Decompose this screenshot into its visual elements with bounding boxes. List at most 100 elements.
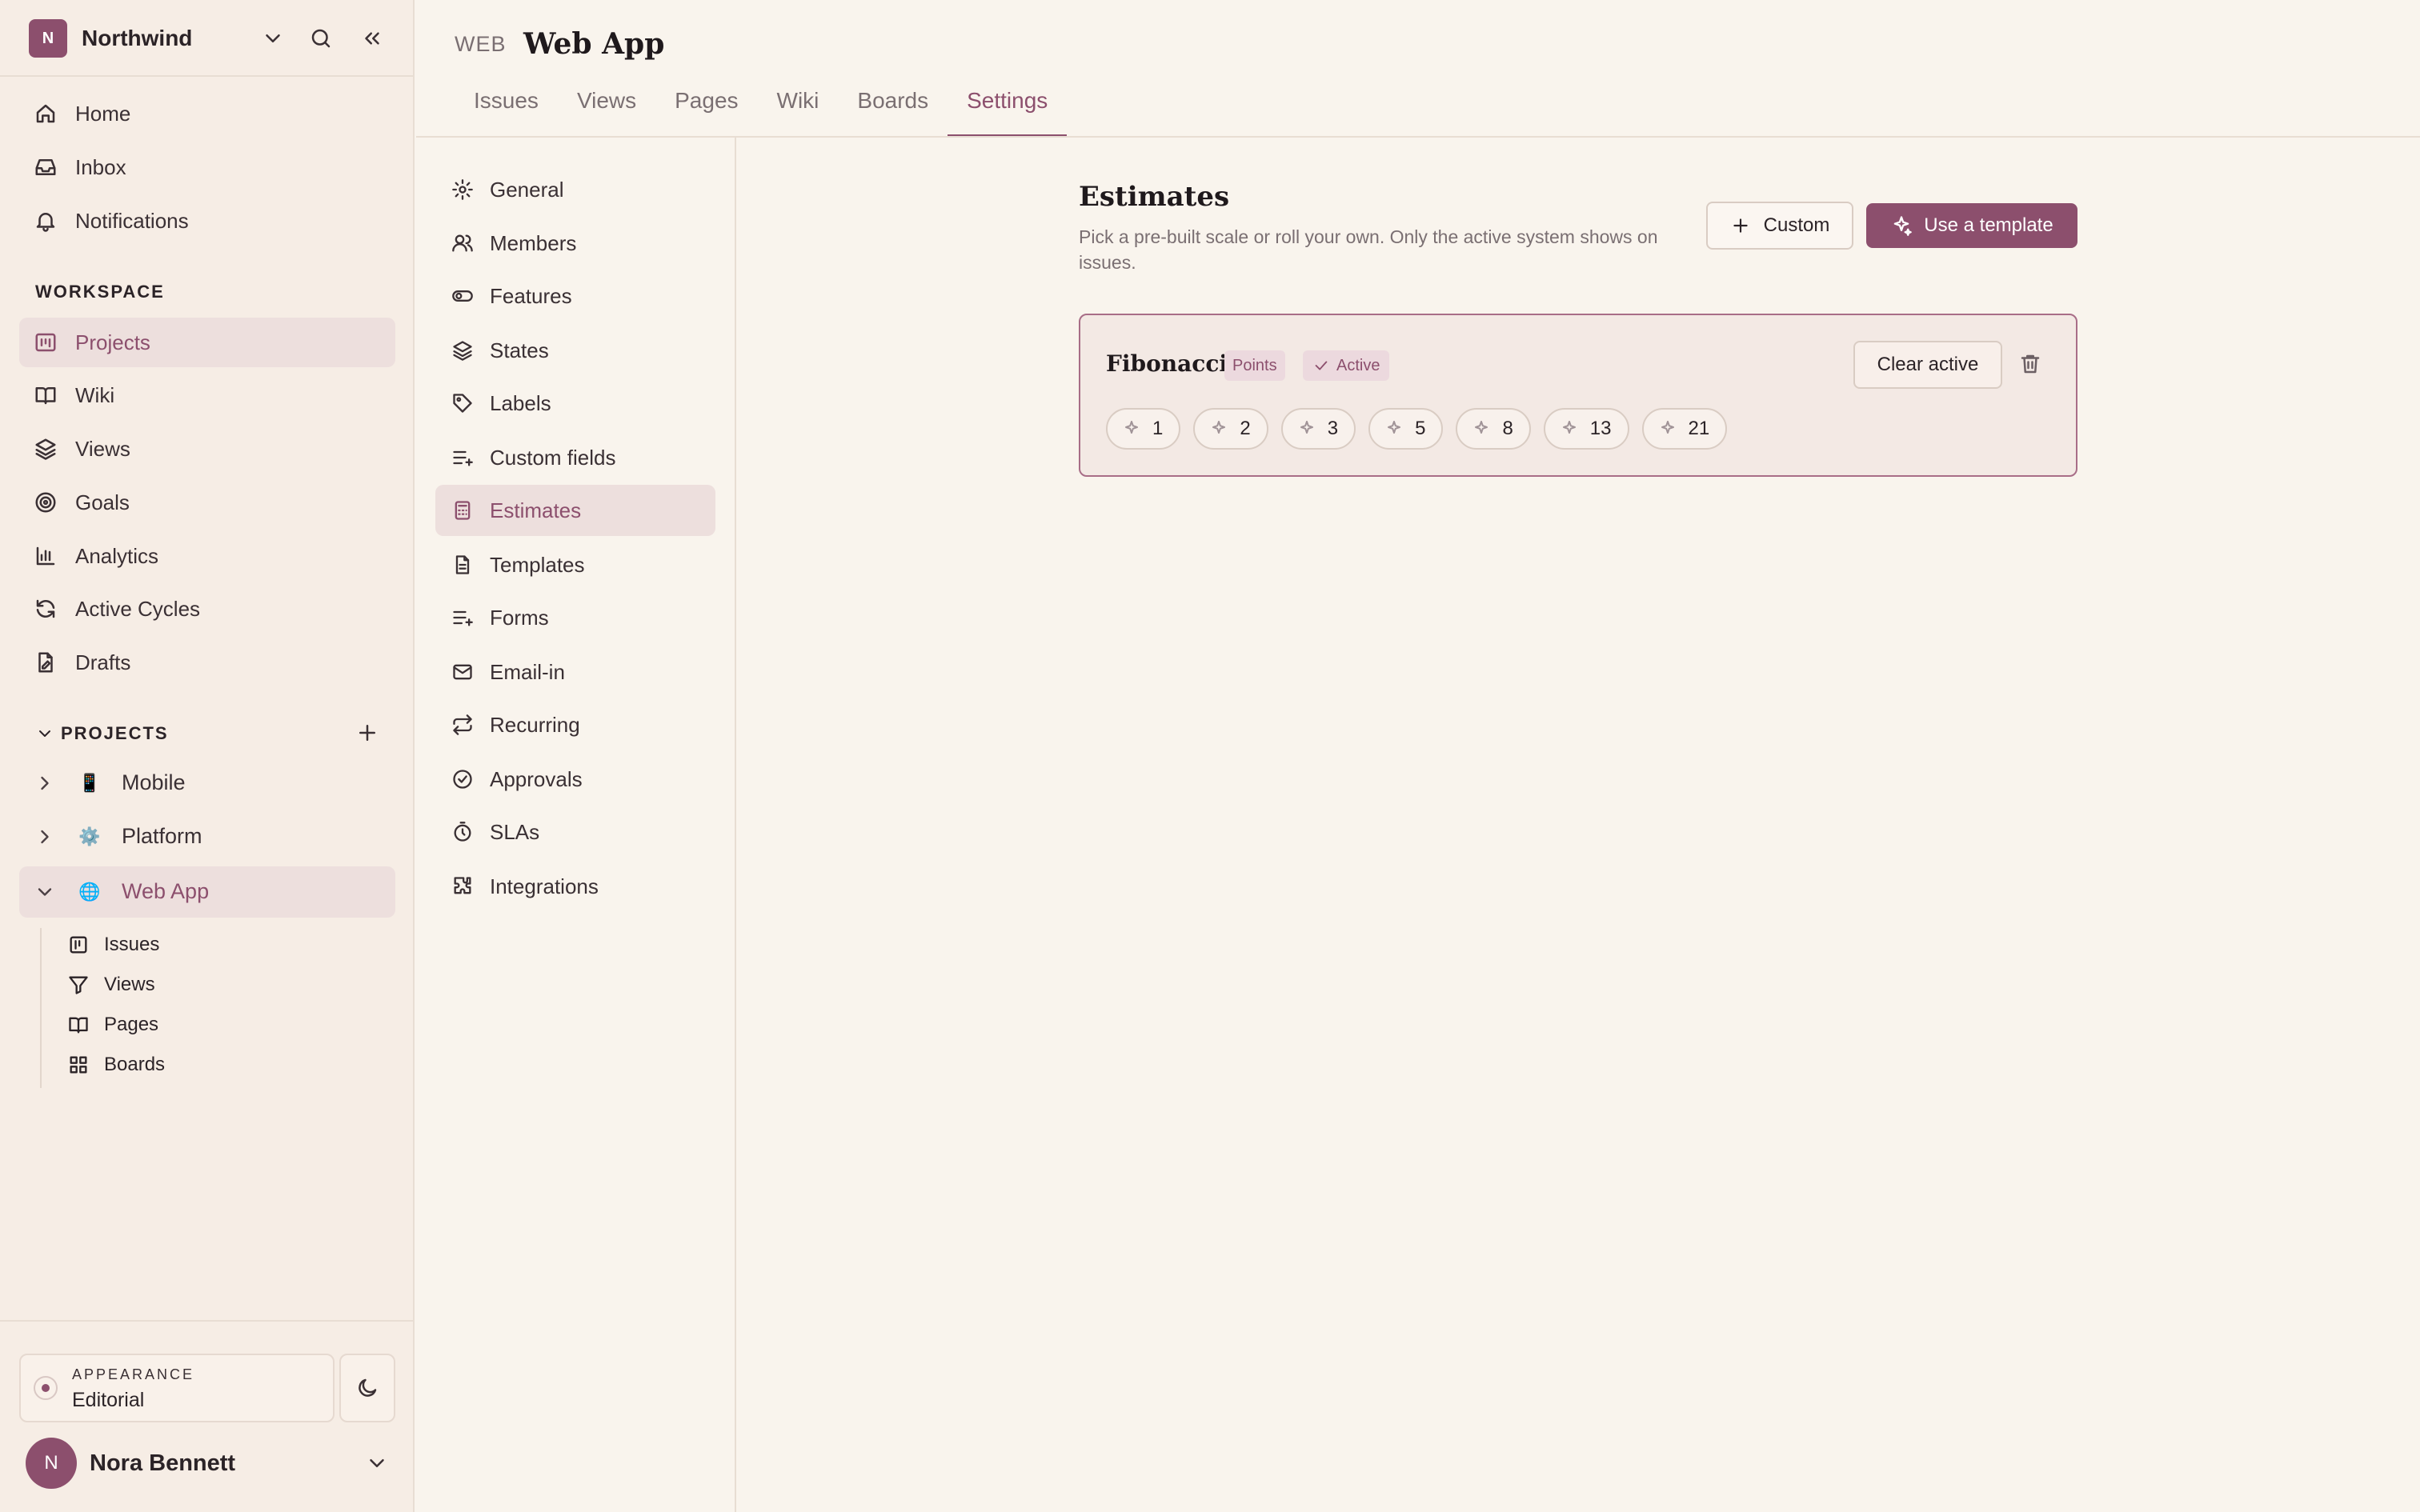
sub-item-label: Views: [104, 974, 155, 995]
workspace-name: Northwind: [82, 26, 193, 50]
type-badge: Points: [1224, 350, 1285, 381]
calculator-icon: [455, 501, 471, 520]
project-platform[interactable]: ⚙️ Platform: [19, 811, 395, 862]
settings-nav-approvals[interactable]: Approvals: [435, 754, 715, 805]
chevron-down-icon[interactable]: [34, 881, 56, 903]
nav-label: Views: [75, 436, 130, 461]
section-title: Estimates: [1079, 181, 1230, 213]
project-sub-issues[interactable]: Issues: [67, 927, 159, 962]
theme-toggle-button[interactable]: [339, 1354, 395, 1422]
check-icon: [1315, 361, 1328, 370]
settings-nav-label: Approvals: [490, 766, 583, 791]
settings-nav-slas[interactable]: SLAs: [435, 806, 715, 858]
check-circle-icon: [453, 770, 472, 789]
settings-nav-members[interactable]: Members: [435, 218, 715, 269]
settings-nav-label: Custom fields: [490, 445, 616, 470]
project-web-app[interactable]: 🌐 Web App: [19, 866, 395, 918]
sparkles-icon: [1300, 421, 1313, 434]
user-menu[interactable]: N Nora Bennett: [26, 1437, 394, 1490]
project-sub-boards[interactable]: Boards: [67, 1047, 165, 1082]
nav-goals[interactable]: Goals: [19, 478, 395, 527]
file-icon: [455, 555, 470, 574]
sparkles-icon: [1893, 216, 1913, 236]
projects-section-title: PROJECTS: [61, 723, 169, 743]
workspace-switcher[interactable]: N Northwind: [29, 19, 389, 58]
nav-inbox[interactable]: Inbox: [19, 142, 395, 192]
settings-nav-labels[interactable]: Labels: [435, 378, 715, 429]
settings-nav-recurring[interactable]: Recurring: [435, 699, 715, 750]
settings-nav-custom-fields[interactable]: Custom fields: [435, 432, 715, 483]
nav-home[interactable]: Home: [19, 89, 395, 138]
chevron-down-icon[interactable]: [261, 26, 285, 50]
bar-chart-icon: [36, 546, 55, 566]
settings-nav-label: States: [490, 338, 549, 362]
collapse-sidebar-icon[interactable]: [360, 26, 384, 50]
nav-notifications[interactable]: Notifications: [19, 196, 395, 246]
draft-icon: [38, 652, 53, 673]
list-plus-icon: [453, 610, 473, 626]
avatar: N: [26, 1438, 77, 1489]
chevron-right-icon[interactable]: [34, 772, 56, 794]
project-emoji: 📱: [78, 773, 101, 793]
project-tabs: Issues Views Pages Wiki Boards Settings: [455, 83, 1068, 138]
inbox-icon: [35, 159, 56, 175]
projects-icon: [35, 333, 56, 352]
sub-item-label: Issues: [104, 934, 160, 955]
nav-analytics[interactable]: Analytics: [19, 531, 395, 581]
projects-section-toggle[interactable]: PROJECTS: [35, 720, 387, 747]
tab-issues[interactable]: Issues: [455, 83, 558, 138]
settings-nav-templates[interactable]: Templates: [435, 539, 715, 590]
settings-nav-estimates[interactable]: Estimates: [435, 485, 715, 536]
nav-views[interactable]: Views: [19, 424, 395, 474]
project-name: Web App: [122, 879, 210, 903]
settings-nav-email-in[interactable]: Email-in: [435, 646, 715, 698]
tab-boards[interactable]: Boards: [838, 83, 948, 138]
appearance-dot-icon: [34, 1376, 58, 1400]
estimate-value-pill: 8: [1456, 408, 1531, 450]
sub-item-label: Boards: [104, 1054, 166, 1075]
settings-nav-states[interactable]: States: [435, 325, 715, 376]
clear-active-button[interactable]: Clear active: [1853, 341, 2002, 389]
trash-icon[interactable]: [2018, 352, 2042, 376]
estimate-value: 2: [1240, 418, 1251, 439]
appearance-selector[interactable]: APPEARANCE Editorial: [19, 1354, 335, 1422]
project-mobile[interactable]: 📱 Mobile: [19, 758, 395, 809]
gear-icon: [452, 179, 473, 200]
home-icon: [36, 104, 55, 123]
tab-views[interactable]: Views: [558, 83, 655, 138]
chevron-down-icon: [370, 1459, 384, 1467]
sparkles-icon: [1388, 421, 1401, 434]
use-template-button[interactable]: Use a template: [1866, 203, 2077, 248]
section-description: Pick a pre-built scale or roll your own.…: [1079, 226, 1658, 273]
settings-nav-forms[interactable]: Forms: [435, 592, 715, 643]
tab-pages[interactable]: Pages: [655, 83, 757, 138]
project-sub-views[interactable]: Views: [67, 967, 155, 1002]
tab-wiki[interactable]: Wiki: [758, 83, 839, 138]
project-name: Platform: [122, 824, 202, 848]
nav-drafts[interactable]: Drafts: [19, 638, 395, 687]
nav-label: Goals: [75, 490, 130, 514]
tab-settings[interactable]: Settings: [948, 83, 1068, 138]
nav-active-cycles[interactable]: Active Cycles: [19, 584, 395, 634]
estimate-value: 8: [1502, 418, 1513, 439]
settings-nav-label: Email-in: [490, 659, 565, 684]
custom-estimate-button[interactable]: Custom: [1706, 202, 1853, 250]
nav-wiki[interactable]: Wiki: [19, 370, 395, 420]
search-icon[interactable]: [309, 26, 333, 50]
repeat-icon: [453, 714, 472, 735]
estimate-value: 21: [1688, 418, 1710, 439]
estimate-value-pill: 2: [1193, 408, 1268, 450]
settings-nav: General Members Features States Labels C…: [416, 138, 736, 1512]
settings-nav-features[interactable]: Features: [435, 270, 715, 322]
sub-item-label: Pages: [104, 1014, 159, 1035]
nav-projects[interactable]: Projects: [19, 318, 395, 367]
chevron-right-icon[interactable]: [34, 826, 56, 848]
settings-nav-label: Members: [490, 230, 577, 255]
project-sub-pages[interactable]: Pages: [67, 1007, 158, 1042]
toggle-icon: [452, 290, 473, 302]
settings-nav-general[interactable]: General: [435, 164, 715, 215]
estimate-system-name: Fibonacci: [1106, 350, 1228, 377]
settings-nav-integrations[interactable]: Integrations: [435, 861, 715, 912]
add-project-icon[interactable]: [355, 721, 379, 745]
button-label: Custom: [1763, 214, 1830, 236]
